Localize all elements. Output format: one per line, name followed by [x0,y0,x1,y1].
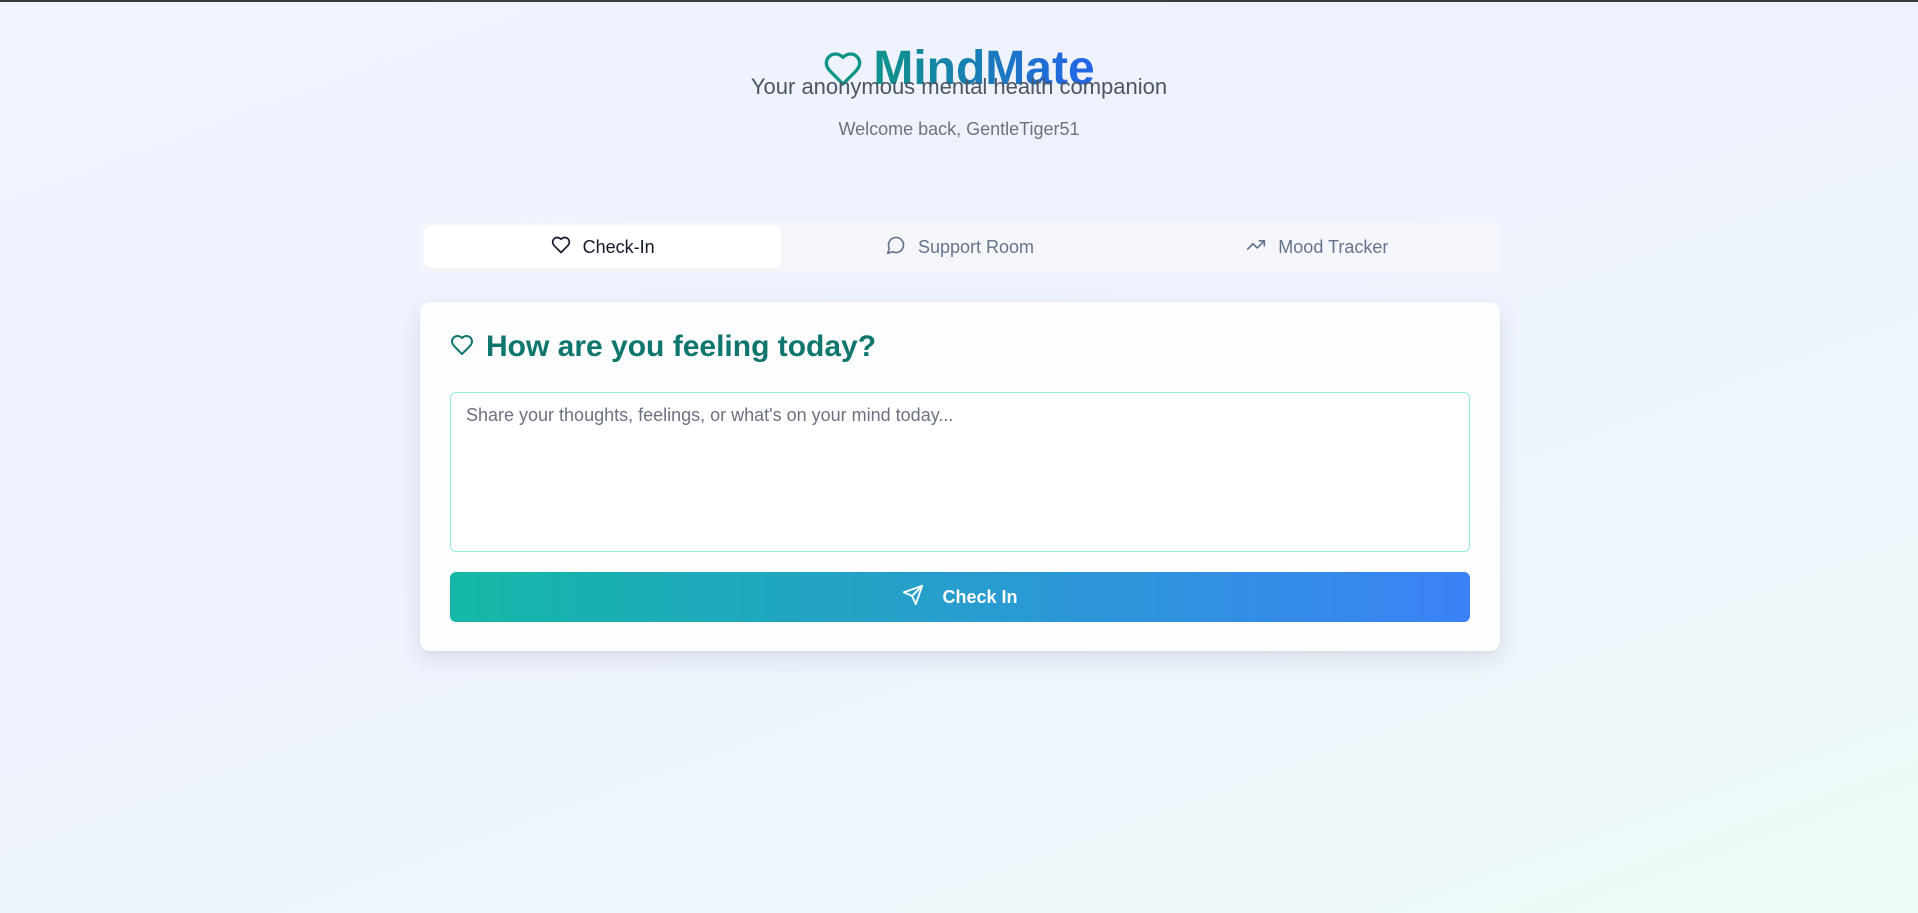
app-subtitle: Your anonymous mental health companion [750,74,1168,99]
tab-label: Support Room [917,236,1035,257]
tab-mood-tracker[interactable]: Mood Tracker [1139,226,1496,268]
welcome-message: Welcome back, GentleTiger51 [838,119,1080,139]
feelings-textarea[interactable] [450,392,1470,552]
tab-check-in[interactable]: Check-In [424,226,782,268]
card-heading: How are you feeling today? [450,330,876,364]
tab-label: Mood Tracker [1278,236,1389,257]
window-top-border [0,0,1918,2]
tab-label: Check-In [582,236,655,257]
trending-up-icon [1246,235,1266,260]
heart-icon [551,235,571,260]
tab-support-room[interactable]: Support Room [781,226,1138,268]
send-icon [902,584,924,611]
check-in-card: How are you feeling today? Check In [420,302,1500,651]
check-in-button[interactable]: Check In [450,572,1470,622]
heart-icon [450,333,474,362]
check-in-button-label: Check In [942,586,1018,607]
card-title: How are you feeling today? [486,330,877,363]
tab-bar: Check-In Support Room Mood Tracker [420,222,1500,272]
chat-bubble-icon [886,235,906,260]
